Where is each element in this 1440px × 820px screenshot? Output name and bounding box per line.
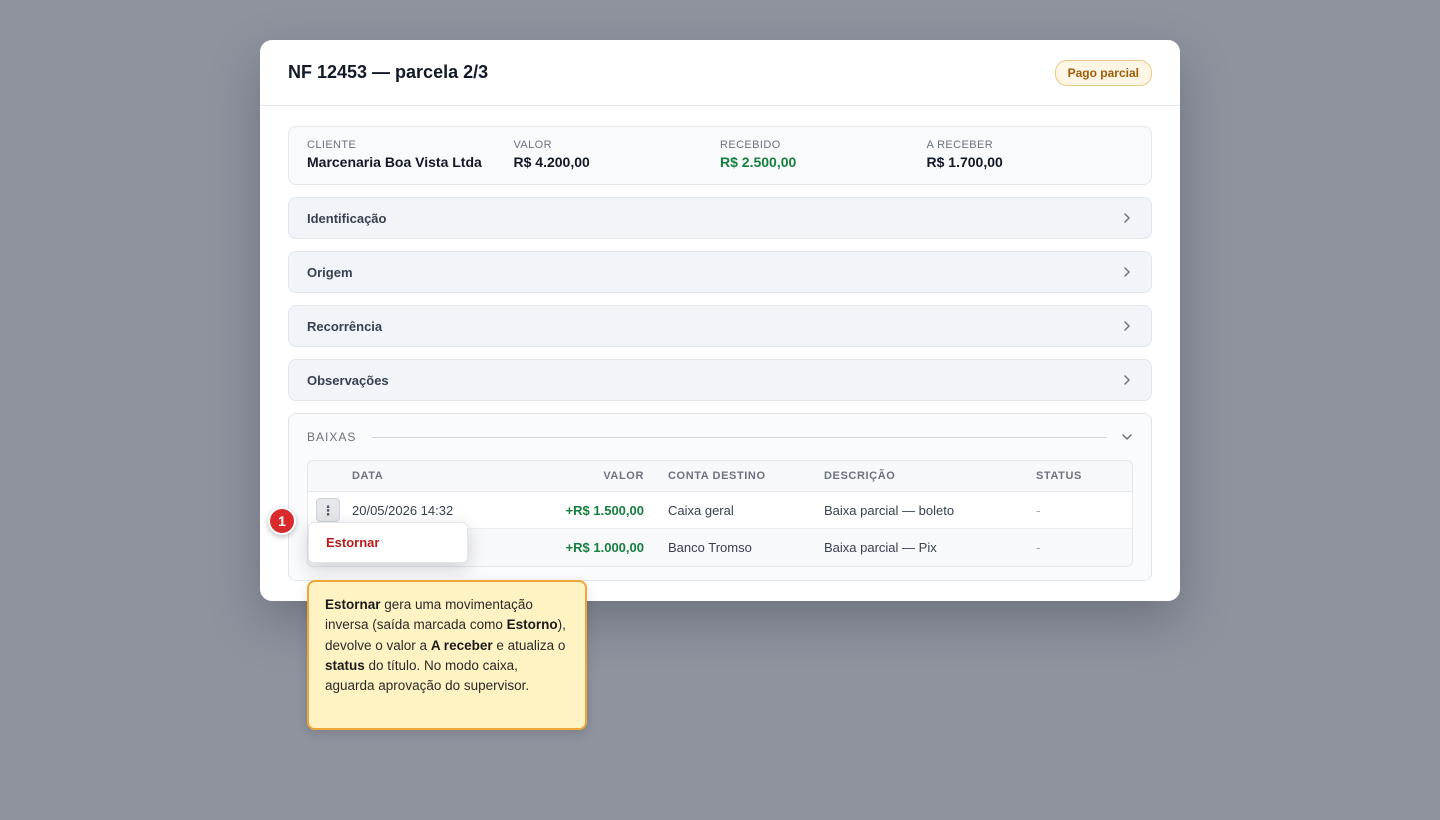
column-header-descricao: Descrição	[824, 461, 1036, 492]
cell-conta: Banco Tromso	[668, 529, 824, 566]
callout-bold: Estornar	[325, 597, 381, 612]
chevron-right-icon	[1124, 321, 1130, 331]
cell-valor: +R$ 1.500,00	[520, 492, 668, 529]
summary-recebido: Recebido R$ 2.500,00	[720, 139, 927, 184]
table-header-row: Data Valor Conta destino Descrição Statu…	[308, 461, 1132, 492]
cell-status: -	[1036, 529, 1132, 566]
callout-bold: Estorno	[506, 617, 558, 633]
column-header-status: Status	[1036, 461, 1132, 492]
baixas-header[interactable]: Baixas	[307, 414, 1133, 460]
section-identificacao[interactable]: Identificação	[288, 197, 1152, 239]
cell-descricao: Baixa parcial — Pix	[824, 529, 1036, 566]
summary-label: Cliente	[307, 139, 357, 151]
column-header-valor: Valor	[520, 461, 668, 492]
summary-label: A receber	[926, 139, 994, 151]
section-recorrencia[interactable]: Recorrência	[288, 305, 1152, 347]
section-title: Origem	[307, 264, 353, 280]
callout-text: e atualiza o	[492, 637, 566, 653]
column-header-actions	[308, 461, 352, 492]
summary-label: Recebido	[720, 139, 781, 151]
column-header-data: Data	[352, 461, 520, 492]
chevron-right-icon	[1124, 213, 1130, 223]
modal-title: NF 12453 — parcela 2/3	[288, 62, 489, 82]
cell-descricao: Baixa parcial — boleto	[824, 492, 1036, 529]
section-title: Recorrência	[307, 318, 383, 334]
kebab-menu-icon[interactable]: ⋮	[316, 498, 340, 522]
summary-value: R$ 1.700,00	[926, 154, 1003, 170]
menu-item-estornar[interactable]: Estornar	[326, 535, 379, 550]
summary-a-receber: A receber R$ 1.700,00	[927, 139, 1134, 184]
summary-value: R$ 2.500,00	[720, 154, 797, 170]
cell-conta: Caixa geral	[668, 492, 824, 529]
title-detail-modal: NF 12453 — parcela 2/3 Pago parcial Clie…	[260, 40, 1180, 601]
summary-value: R$ 4.200,00	[513, 154, 590, 170]
status-badge: Pago parcial	[1054, 59, 1152, 86]
modal-header: NF 12453 — parcela 2/3 Pago parcial	[260, 40, 1180, 106]
chevron-down-icon[interactable]	[1121, 431, 1133, 443]
section-origem[interactable]: Origem	[288, 251, 1152, 293]
chevron-right-icon	[1124, 267, 1130, 277]
callout-bold: status	[325, 657, 365, 673]
baixas-title: Baixas	[307, 430, 357, 444]
summary-panel: Cliente Marcenaria Boa Vista Ltda Valor …	[288, 126, 1152, 185]
summary-value: Marcenaria Boa Vista Ltda	[307, 154, 482, 170]
section-title: Observações	[307, 372, 389, 388]
summary-cliente: Cliente Marcenaria Boa Vista Ltda	[307, 139, 514, 184]
modal-body: Cliente Marcenaria Boa Vista Ltda Valor …	[260, 106, 1180, 581]
summary-label: Valor	[513, 139, 552, 151]
row-context-menu: Estornar	[308, 522, 468, 563]
column-header-conta: Conta destino	[668, 461, 824, 492]
section-observacoes[interactable]: Observações	[288, 359, 1152, 401]
section-title: Identificação	[307, 210, 387, 226]
callout-bold: A receber	[430, 637, 493, 653]
cell-valor: +R$ 1.000,00	[520, 529, 668, 566]
annotation-callout: Estornar gera uma movimentação inversa (…	[307, 580, 587, 730]
divider	[372, 436, 1107, 438]
summary-valor: Valor R$ 4.200,00	[514, 139, 721, 184]
chevron-right-icon	[1124, 375, 1130, 385]
annotation-marker: 1	[268, 507, 296, 535]
cell-status: -	[1036, 492, 1132, 529]
